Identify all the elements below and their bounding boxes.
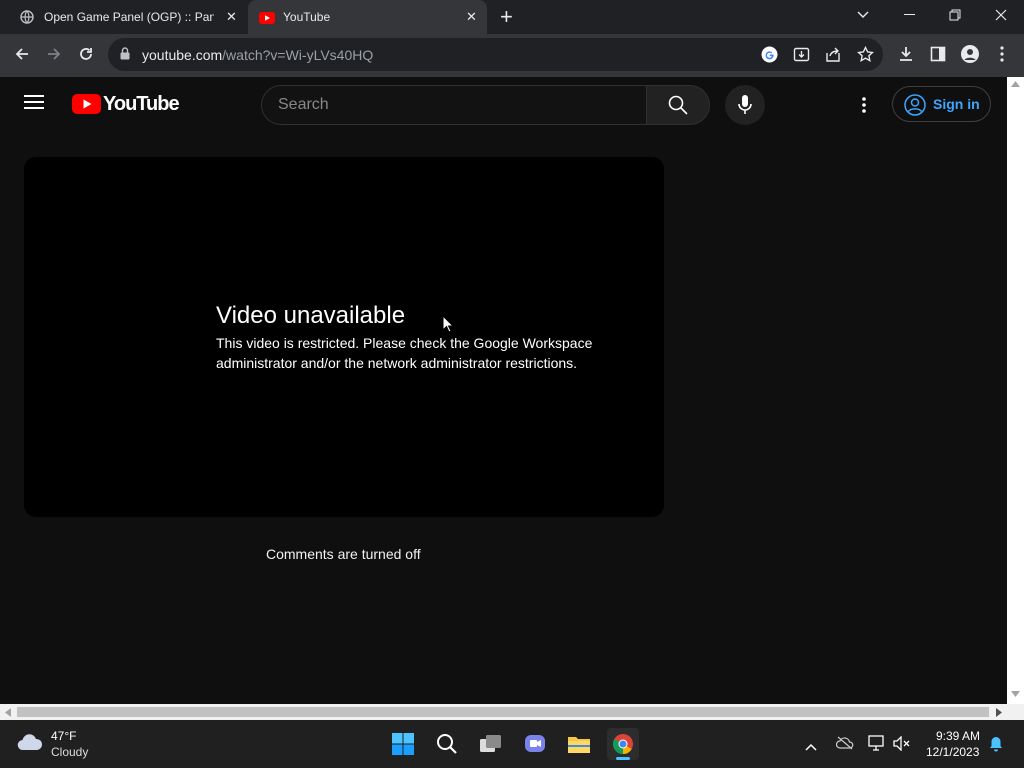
address-bar[interactable]: youtube.com/watch?v=Wi-yLVs40HQ — [108, 38, 883, 71]
globe-icon — [20, 10, 34, 29]
settings-kebab-icon[interactable] — [862, 96, 866, 119]
youtube-play-logo-icon — [72, 94, 101, 114]
comments-status: Comments are turned off — [266, 546, 421, 562]
horizontal-scrollbar[interactable] — [0, 704, 1024, 720]
lock-icon — [120, 47, 130, 65]
guide-menu-icon[interactable] — [24, 94, 46, 115]
scroll-right-arrow-icon[interactable] — [996, 708, 1002, 717]
url-text: youtube.com/watch?v=Wi-yLVs40HQ — [142, 47, 373, 63]
scroll-up-arrow-icon[interactable] — [1011, 81, 1020, 87]
tab-title: Open Game Panel (OGP) :: Panel — [44, 10, 214, 24]
teams-chat-icon[interactable] — [519, 728, 551, 760]
scroll-left-arrow-icon[interactable] — [5, 708, 11, 717]
minimize-window-button[interactable] — [886, 0, 932, 30]
browser-tab-strip: Open Game Panel (OGP) :: Panel ✕ YouTube… — [0, 0, 1024, 34]
network-icon[interactable] — [868, 735, 886, 756]
cloudy-weather-icon[interactable] — [16, 732, 44, 757]
restore-window-button[interactable] — [932, 0, 978, 30]
search-icon — [668, 95, 688, 115]
close-window-button[interactable] — [978, 0, 1024, 30]
google-lens-icon[interactable] — [761, 46, 778, 68]
horizontal-scroll-thumb[interactable] — [17, 707, 989, 717]
forward-icon[interactable] — [40, 40, 68, 68]
video-player[interactable]: Video unavailable This video is restrict… — [24, 157, 664, 517]
task-view-icon[interactable] — [475, 728, 507, 760]
search-box — [261, 85, 647, 125]
mouse-cursor-icon — [442, 314, 455, 338]
file-explorer-icon[interactable] — [563, 728, 595, 760]
sign-in-label: Sign in — [933, 96, 980, 112]
windows-taskbar: 47°F Cloudy 9:39 AM 12/1/2023 — [0, 720, 1024, 768]
clock-time[interactable]: 9:39 AM — [936, 729, 980, 743]
youtube-page: YouTube Sign in Video unavailable This v… — [0, 77, 1007, 704]
close-tab-icon[interactable]: ✕ — [466, 9, 477, 25]
active-app-indicator — [616, 757, 630, 760]
bookmark-star-icon[interactable] — [857, 45, 874, 68]
scroll-down-arrow-icon[interactable] — [1011, 691, 1020, 697]
browser-menu-kebab-icon[interactable] — [988, 40, 1016, 68]
install-app-icon[interactable] — [793, 46, 810, 68]
close-tab-icon[interactable]: ✕ — [226, 9, 237, 25]
back-icon[interactable] — [8, 40, 36, 68]
account-circle-icon — [904, 94, 926, 116]
tab-ogp-panel[interactable]: Open Game Panel (OGP) :: Panel ✕ — [8, 0, 248, 34]
search-button[interactable] — [646, 85, 710, 125]
tab-youtube[interactable]: YouTube ✕ — [248, 0, 487, 34]
weather-temperature: 47°F — [51, 729, 77, 743]
browser-toolbar: youtube.com/watch?v=Wi-yLVs40HQ — [0, 34, 1024, 77]
notification-bell-icon[interactable] — [988, 736, 1004, 757]
new-tab-button[interactable]: + — [500, 4, 513, 30]
taskbar-search-icon[interactable] — [431, 728, 463, 760]
show-hidden-icons-chevron-icon[interactable] — [805, 738, 817, 756]
clock-date[interactable]: 12/1/2023 — [926, 745, 979, 759]
youtube-logo-text: YouTube — [103, 93, 180, 115]
volume-muted-icon[interactable] — [893, 735, 911, 756]
reload-icon[interactable] — [72, 40, 100, 68]
tab-search-chevron-icon[interactable] — [840, 0, 886, 30]
vertical-scrollbar[interactable] — [1007, 77, 1024, 704]
share-icon[interactable] — [825, 46, 842, 68]
url-host: youtube.com — [142, 47, 223, 63]
tab-title: YouTube — [283, 10, 331, 24]
microphone-icon — [738, 95, 752, 114]
youtube-favicon-icon — [259, 11, 275, 29]
windows-start-icon[interactable] — [387, 728, 419, 760]
error-message: This video is restricted. Please check t… — [216, 335, 593, 371]
url-path: /watch?v=Wi-yLVs40HQ — [222, 47, 374, 63]
onedrive-offline-icon[interactable] — [835, 736, 854, 755]
search-input[interactable] — [278, 95, 628, 115]
downloads-icon[interactable] — [892, 40, 920, 68]
chrome-taskbar-icon[interactable] — [607, 728, 639, 760]
profile-avatar-icon[interactable] — [956, 40, 984, 68]
weather-condition: Cloudy — [51, 745, 89, 759]
error-title: Video unavailable — [216, 302, 406, 329]
side-panel-icon[interactable] — [924, 40, 952, 68]
sign-in-button[interactable]: Sign in — [892, 86, 991, 122]
voice-search-button[interactable] — [725, 85, 765, 125]
